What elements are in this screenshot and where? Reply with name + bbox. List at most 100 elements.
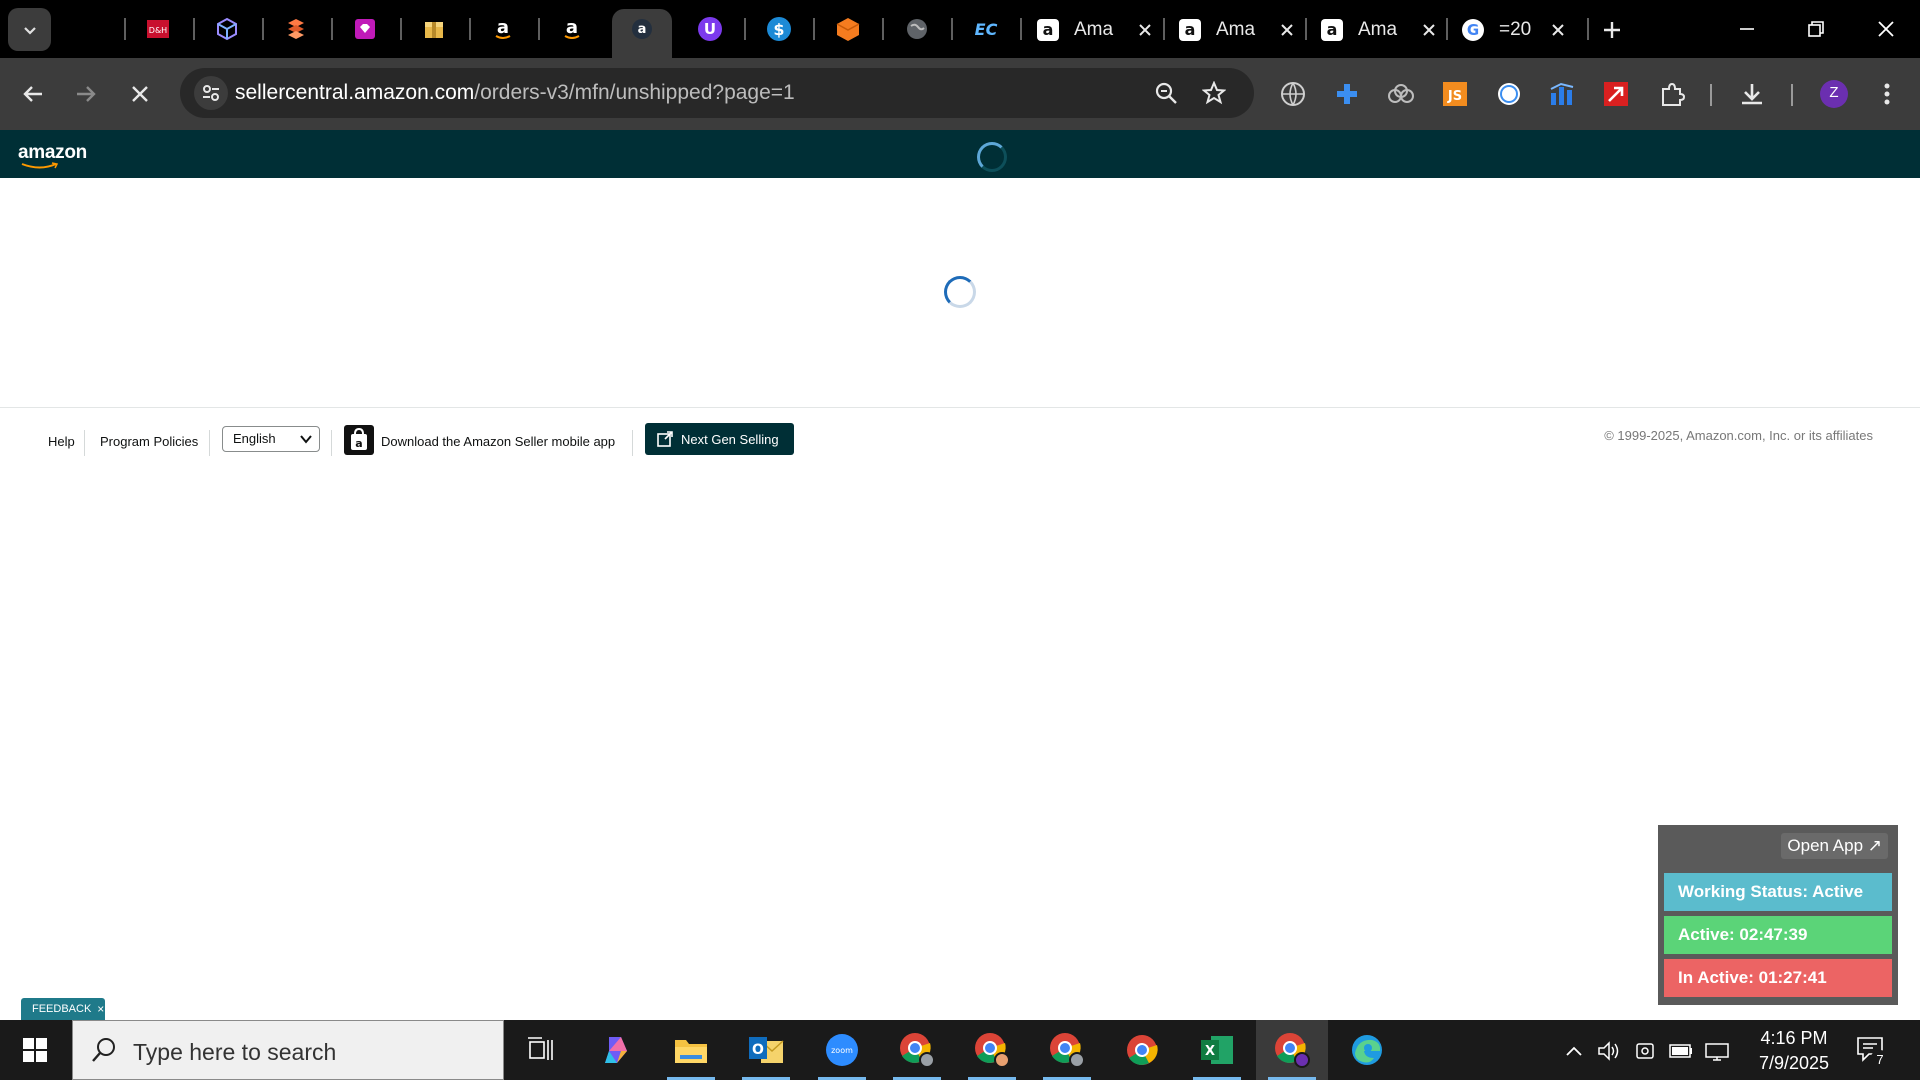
- profile-initial: Z: [1829, 84, 1839, 101]
- new-tab-button[interactable]: [1596, 14, 1628, 46]
- feedback-close-icon[interactable]: ×: [97, 1002, 104, 1016]
- open-app-button[interactable]: Open App ↗: [1781, 833, 1888, 859]
- tab-pinned[interactable]: $: [761, 11, 797, 47]
- windows-taskbar: Type here to search O zoom X 4:16 PM 7/9…: [0, 1020, 1920, 1080]
- tab-pinned[interactable]: U: [692, 11, 728, 47]
- bookmark-button[interactable]: [1199, 78, 1229, 108]
- tab-pinned[interactable]: [899, 11, 935, 47]
- downloads-button[interactable]: [1736, 78, 1768, 110]
- taskbar-clock[interactable]: 4:16 PM 7/9/2025: [1748, 1026, 1840, 1076]
- u-icon: U: [698, 17, 722, 41]
- url-text[interactable]: sellercentral.amazon.com/orders-v3/mfn/u…: [235, 81, 795, 105]
- tab-amazon-3[interactable]: a Ama: [1320, 12, 1440, 48]
- tab-amazon-2[interactable]: a Ama: [1178, 12, 1298, 48]
- taskbar-search-box[interactable]: Type here to search: [72, 1020, 504, 1080]
- extension-button[interactable]: [1385, 78, 1417, 110]
- close-icon[interactable]: [1134, 19, 1156, 41]
- meet-now-button[interactable]: [1632, 1038, 1658, 1064]
- footer-divider: [632, 430, 633, 456]
- search-icon: [92, 1038, 115, 1062]
- excel-app[interactable]: X: [1181, 1020, 1253, 1080]
- tab-separator: [744, 18, 746, 40]
- close-window-button[interactable]: [1861, 8, 1911, 50]
- site-info-button[interactable]: [194, 76, 228, 110]
- tab-pinned[interactable]: a: [485, 11, 521, 47]
- tab-separator: [124, 18, 126, 40]
- footer-divider: [84, 430, 85, 456]
- dh-icon: D&H: [147, 20, 169, 38]
- feedback-label: FEEDBACK: [32, 1003, 92, 1015]
- amazon-a-icon: a: [1037, 19, 1059, 41]
- restore-button[interactable]: [1791, 8, 1841, 50]
- minimize-button[interactable]: [1722, 8, 1772, 50]
- copilot-app[interactable]: [580, 1020, 652, 1080]
- tab-pinned[interactable]: a: [554, 11, 590, 47]
- battery-icon: [1669, 1044, 1692, 1058]
- volume-button[interactable]: [1596, 1038, 1622, 1064]
- tab-amazon-1[interactable]: a Ama: [1036, 12, 1156, 48]
- extension-button[interactable]: [1331, 78, 1363, 110]
- language-select[interactable]: English: [222, 426, 320, 452]
- extension-button[interactable]: JS: [1439, 78, 1471, 110]
- close-icon[interactable]: [1276, 19, 1298, 41]
- chrome-menu-button[interactable]: [1871, 78, 1903, 110]
- star-icon: [1202, 81, 1226, 105]
- address-bar[interactable]: sellercentral.amazon.com/orders-v3/mfn/u…: [180, 68, 1254, 118]
- extension-button[interactable]: [1277, 78, 1309, 110]
- close-icon[interactable]: [1547, 19, 1569, 41]
- network-button[interactable]: [1704, 1038, 1730, 1064]
- extensions-menu-button[interactable]: [1656, 78, 1688, 110]
- program-policies-link[interactable]: Program Policies: [100, 434, 198, 449]
- chevron-down-icon: [300, 435, 312, 444]
- help-link[interactable]: Help: [48, 434, 75, 449]
- tab-pinned[interactable]: [209, 11, 245, 47]
- seller-app-icon[interactable]: a: [344, 425, 374, 455]
- next-gen-selling-button[interactable]: Next Gen Selling: [645, 423, 794, 455]
- amazon-active-icon: a: [632, 19, 652, 39]
- chrome-profile-app[interactable]: [881, 1020, 953, 1080]
- chrome-active-app[interactable]: [1256, 1020, 1328, 1080]
- tab-pinned[interactable]: EC: [968, 11, 1004, 47]
- svg-text:$: $: [773, 20, 784, 39]
- outlook-app[interactable]: O: [730, 1020, 802, 1080]
- amazon-logo-text: amazon: [18, 142, 87, 163]
- edge-app[interactable]: [1331, 1020, 1403, 1080]
- feedback-tab[interactable]: FEEDBACK ×: [21, 998, 105, 1020]
- tab-strip: D&H a a a U $ EC a Ama a Ama a Ama G =20: [0, 0, 1920, 58]
- tab-pinned[interactable]: [347, 11, 383, 47]
- battery-button[interactable]: [1668, 1038, 1694, 1064]
- amazon-a-icon: a: [1179, 19, 1201, 41]
- extension-button[interactable]: [1493, 78, 1525, 110]
- forward-button[interactable]: [66, 74, 106, 114]
- chrome-profile-app[interactable]: [1031, 1020, 1103, 1080]
- chrome-app[interactable]: [1106, 1020, 1178, 1080]
- zoom-button[interactable]: [1151, 78, 1181, 108]
- svg-text:O: O: [752, 1042, 764, 1058]
- tab-pinned[interactable]: D&H: [140, 11, 176, 47]
- svg-text:a: a: [497, 17, 509, 38]
- cloud-ext-icon: [1388, 84, 1414, 103]
- amazon-logo[interactable]: amazon: [18, 142, 87, 169]
- zoom-app[interactable]: zoom: [806, 1020, 878, 1080]
- diamond-icon: [355, 19, 375, 39]
- tab-pinned[interactable]: [830, 11, 866, 47]
- tab-google[interactable]: G =20: [1461, 12, 1569, 48]
- tab-pinned[interactable]: [416, 11, 452, 47]
- task-view-button[interactable]: [504, 1020, 576, 1080]
- close-icon[interactable]: [1418, 19, 1440, 41]
- svg-text:a: a: [355, 437, 362, 450]
- show-hidden-icons-button[interactable]: [1561, 1038, 1587, 1064]
- tab-active[interactable]: a: [612, 9, 672, 58]
- footer-divider: [209, 430, 210, 456]
- stop-loading-button[interactable]: [120, 74, 160, 114]
- extension-button[interactable]: [1546, 78, 1578, 110]
- extension-button[interactable]: [1600, 78, 1632, 110]
- start-button[interactable]: [0, 1020, 70, 1080]
- back-button[interactable]: [13, 74, 53, 114]
- tab-pinned[interactable]: [278, 11, 314, 47]
- file-explorer-app[interactable]: [655, 1020, 727, 1080]
- chrome-profile-app[interactable]: [956, 1020, 1028, 1080]
- profile-button[interactable]: Z: [1818, 78, 1850, 110]
- tab-search-button[interactable]: [8, 8, 51, 51]
- download-app-link[interactable]: Download the Amazon Seller mobile app: [381, 434, 615, 449]
